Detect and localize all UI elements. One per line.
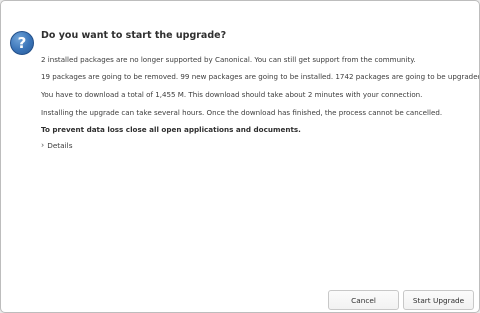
question-icon: ?	[10, 31, 34, 55]
details-label: Details	[47, 141, 73, 150]
start-upgrade-button[interactable]: Start Upgrade	[403, 290, 474, 310]
data-loss-warning: To prevent data loss close all open appl…	[41, 125, 301, 134]
dialog-content: ? Do you want to start the upgrade? 2 in…	[1, 1, 479, 312]
dialog-title: Do you want to start the upgrade?	[41, 30, 227, 41]
upgrade-dialog: ? Do you want to start the upgrade? 2 in…	[0, 0, 480, 313]
install-duration-text: Installing the upgrade can take several …	[41, 108, 443, 117]
cancel-button[interactable]: Cancel	[328, 290, 399, 310]
details-expander[interactable]: › Details	[41, 140, 73, 151]
package-changes-text: 19 packages are going to be removed. 99 …	[41, 72, 480, 81]
chevron-right-icon: ›	[41, 140, 45, 150]
download-size-text: You have to download a total of 1,455 M.…	[41, 90, 423, 99]
unsupported-packages-text: 2 installed packages are no longer suppo…	[41, 55, 416, 64]
